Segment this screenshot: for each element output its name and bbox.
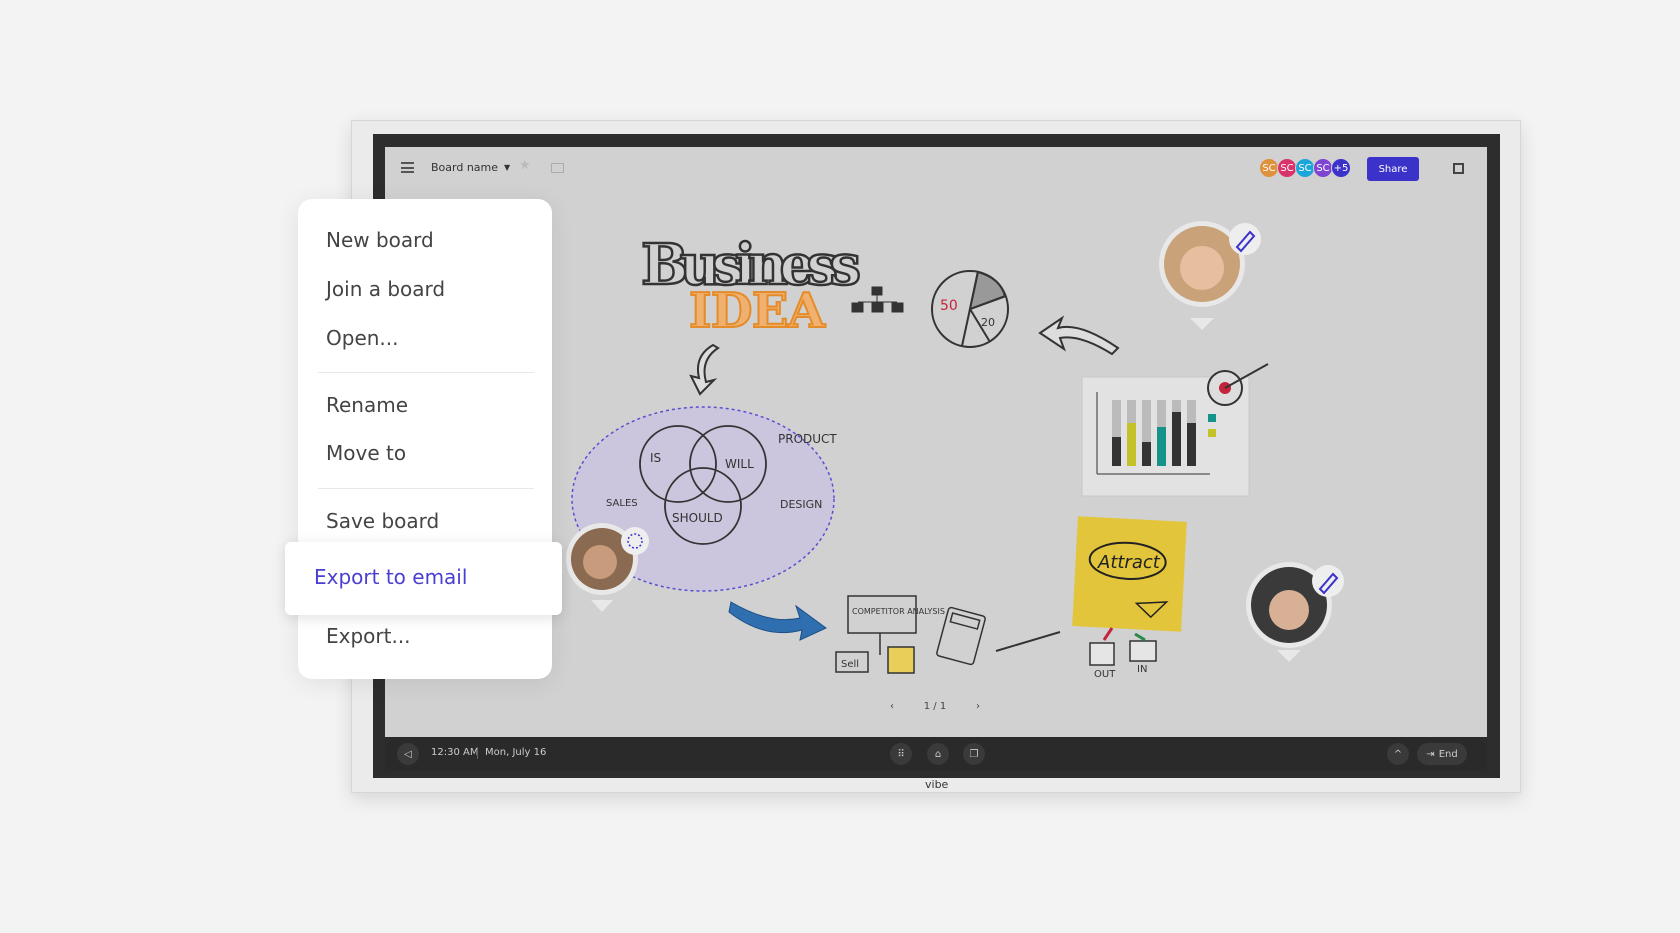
bar-chart-card [1081, 363, 1269, 497]
clock-date: Mon, July 16 [485, 747, 547, 758]
taskbar: ◁ 12:30 AM Mon, July 16 ⠿ ⌂ ❐ ^ ⇥ End [385, 737, 1487, 771]
sticky-attract-text: Attract [1097, 552, 1161, 573]
menu-item-export-to-email[interactable]: Export to email [285, 542, 562, 615]
blue-arrow-sketch [728, 601, 827, 641]
export-to-email-label: Export to email [314, 565, 468, 589]
sell-label: Sell [841, 659, 859, 670]
venn-label-is: IS [650, 451, 661, 465]
title-idea: IDEA [689, 283, 826, 339]
apps-grid-icon[interactable]: ⠿ [890, 743, 912, 765]
menu-item-move-to[interactable]: Move to [326, 441, 406, 465]
home-icon[interactable]: ⌂ [927, 743, 949, 765]
arrow-right-sketch [995, 631, 1061, 652]
exit-icon: ⇥ [1426, 748, 1435, 760]
venn-label-should: SHOULD [672, 511, 723, 525]
menu-divider [318, 372, 534, 373]
pagination: ‹ 1 / 1 › [890, 701, 980, 712]
venn-label-sales: SALES [606, 498, 638, 509]
menu-item-new-board[interactable]: New board [326, 228, 434, 252]
end-label: End [1438, 748, 1458, 760]
venn-label-design: DESIGN [780, 498, 822, 511]
arrow-left-sketch [1038, 315, 1120, 356]
collaborator-cursor-man [566, 523, 649, 612]
sticky-note [1072, 516, 1187, 632]
chevron-up-icon[interactable]: ^ [1387, 743, 1409, 765]
pie-label-20: 20 [981, 316, 995, 329]
menu-item-join-board[interactable]: Join a board [326, 277, 445, 301]
out-in-boxes [1089, 627, 1157, 666]
pie-label-50: 50 [940, 298, 958, 314]
prev-page-icon[interactable]: ‹ [890, 701, 894, 712]
page-indicator: 1 / 1 [923, 701, 947, 712]
collaborator-cursor-woman [1159, 221, 1261, 330]
out-label: OUT [1094, 669, 1116, 680]
menu-divider [318, 488, 534, 489]
menu-item-rename[interactable]: Rename [326, 393, 408, 417]
competitor-analysis-label: COMPETITOR ANALYSIS [852, 607, 945, 616]
collaborator-cursor-man-glasses [1246, 562, 1344, 662]
back-icon[interactable]: ◁ [397, 743, 419, 765]
whiteboard-sketches: Business IDEA 50 20 IS WILL SHOULD PRODU… [566, 221, 1344, 680]
in-label: IN [1137, 664, 1147, 675]
venn-label-product: PRODUCT [778, 432, 837, 446]
clock-time: 12:30 AM [431, 747, 479, 758]
next-page-icon[interactable]: › [976, 701, 980, 712]
menu-item-save-board[interactable]: Save board [326, 509, 439, 533]
separator [477, 747, 478, 759]
end-session-button[interactable]: ⇥ End [1417, 743, 1467, 765]
arrow-down-sketch [689, 343, 720, 396]
monitor-brand: vibe [925, 778, 949, 791]
windows-icon[interactable]: ❐ [963, 743, 985, 765]
menu-item-open[interactable]: Open... [326, 326, 399, 350]
venn-label-will: WILL [725, 457, 754, 471]
menu-item-export[interactable]: Export... [326, 624, 411, 648]
